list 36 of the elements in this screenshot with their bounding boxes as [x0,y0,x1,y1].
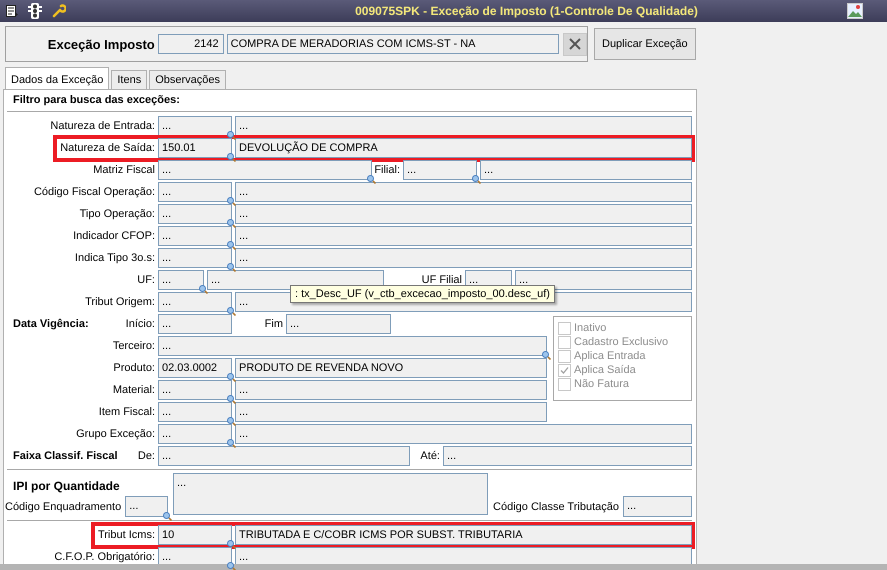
checkbox-label: Inativo [574,322,606,334]
field-label: Material: [112,384,155,396]
field-label: Indica Tipo 3o.s: [74,252,155,264]
field-label: De: [138,450,155,462]
field-label: Grupo Exceção: [76,428,155,440]
record-label: Exceção Imposto [46,36,155,52]
window-title: 009075SPK - Exceção de Imposto (1-Controle De Qualidade) [354,4,699,18]
field-label: Código Classe Tributação [493,500,619,512]
section-heading: IPI por Quantidade [12,478,121,493]
field-label: Código Enquadramento [5,500,122,512]
field-label: Tribut Origem: [85,296,155,308]
field-label: Produto: [113,362,155,374]
field-label: Início: [126,318,155,330]
field-label: UF: [137,274,155,286]
section-label: Data Vigência: [13,318,89,330]
checkbox-label: Aplica Saída [574,364,636,376]
field-label: Terceiro: [112,340,155,352]
field-label: Tribut Icms: [98,529,155,541]
field-label: Filial: [374,164,400,176]
field-label: UF Filial [422,274,462,286]
section-label: Faixa Classif. Fiscal [13,450,118,462]
checkbox-label: Cadastro Exclusivo [574,336,668,348]
field-label: Código Fiscal Operação: [34,186,155,198]
checkbox-label: Aplica Entrada [574,350,646,362]
field-label: Natureza de Saída: [60,142,155,154]
field-label: Tipo Operação: [80,208,155,220]
field-label: Item Fiscal: [98,406,155,418]
section-heading: Filtro para busca das exceções: [12,94,181,108]
checkbox-label: Não Fatura [574,378,630,390]
field-label: Até: [420,450,440,462]
field-label: Fim [264,318,283,330]
field-label: Natureza de Entrada: [50,120,155,132]
field-label: Indicador CFOP: [73,230,155,242]
tooltip: : tx_Desc_UF (v_ctb_excecao_imposto_00.desc_uf) [290,285,555,303]
field-label: C.F.O.P. Obrigatório: [54,551,155,563]
field-label: Matriz Fiscal [93,164,155,176]
